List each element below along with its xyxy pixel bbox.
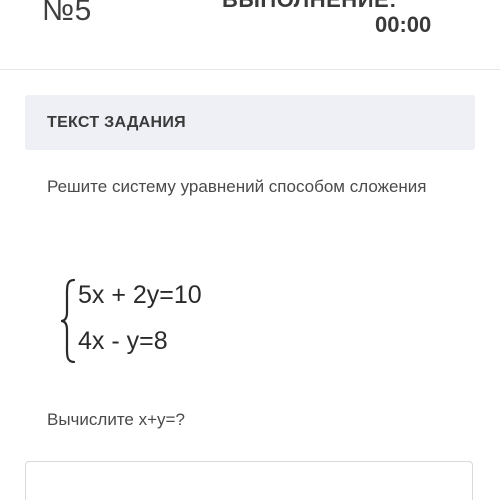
task-instruction: Решите систему уравнений способом сложен… [47, 177, 427, 196]
timer-label: ВЫПОЛНЕНИЕ: [222, 0, 397, 13]
answer-input[interactable] [25, 461, 473, 500]
task-header: №5 ВЫПОЛНЕНИЕ: 00:00 [0, 0, 500, 70]
equation-system: 5x + 2y=10 4x - y=8 [60, 276, 260, 366]
equation-line: 4x - y=8 [78, 327, 168, 355]
task-page: №5 ВЫПОЛНЕНИЕ: 00:00 ТЕКСТ ЗАДАНИЯ Решит… [0, 0, 500, 500]
left-curly-brace-icon [60, 278, 76, 364]
timer-value: 00:00 [375, 12, 432, 37]
section-title: ТЕКСТ ЗАДАНИЯ [47, 114, 186, 131]
task-text-section-header: ТЕКСТ ЗАДАНИЯ [25, 95, 475, 150]
equation-line: 5x + 2y=10 [78, 281, 202, 309]
task-number: №5 [42, 0, 92, 27]
question-text: Вычислите х+у=? [47, 410, 185, 429]
